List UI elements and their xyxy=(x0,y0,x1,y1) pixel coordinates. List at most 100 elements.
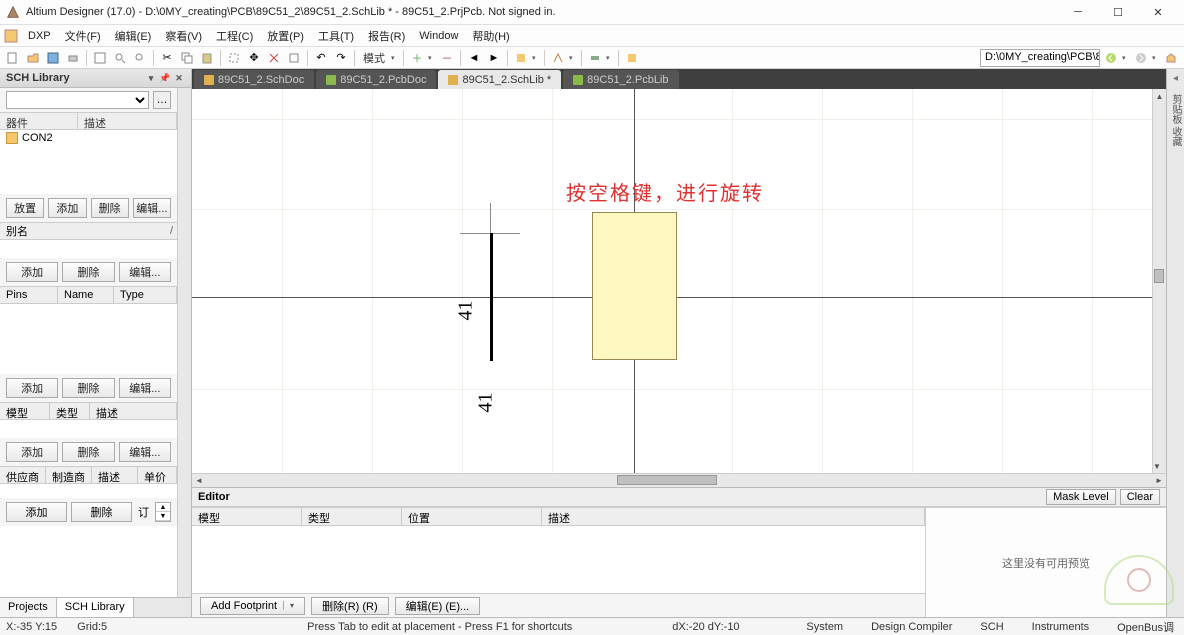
pins-col1[interactable]: Pins xyxy=(0,287,58,303)
del-comp-button[interactable]: 删除 xyxy=(91,198,129,218)
pins-col3[interactable]: Type xyxy=(114,287,177,303)
zoom-area-icon[interactable] xyxy=(111,49,129,67)
del-model-button[interactable]: 删除 xyxy=(62,442,114,462)
sup-col1[interactable]: 供应商 xyxy=(0,467,46,483)
tool1-icon[interactable] xyxy=(512,49,530,67)
edit-pin-button[interactable]: 编辑... xyxy=(119,378,171,398)
select-icon[interactable] xyxy=(225,49,243,67)
panel-scrollbar[interactable] xyxy=(177,88,191,597)
new-icon[interactable] xyxy=(4,49,22,67)
zoom-fit-icon[interactable] xyxy=(91,49,109,67)
close-button[interactable]: ✕ xyxy=(1138,0,1178,25)
nav-next-icon[interactable]: ► xyxy=(485,49,503,67)
tab-schlib[interactable]: 89C51_2.SchLib * xyxy=(438,70,561,89)
del-pin-button[interactable]: 删除 xyxy=(62,378,114,398)
rail-pin-icon[interactable]: ◂ xyxy=(1173,73,1178,84)
component-body[interactable] xyxy=(592,212,677,360)
status-inst[interactable]: Instruments xyxy=(1028,621,1093,633)
editor-table-body[interactable] xyxy=(192,526,925,593)
del-footprint-button[interactable]: 删除(R) (R) xyxy=(311,597,389,615)
clear-icon[interactable] xyxy=(285,49,303,67)
menu-tools[interactable]: 工具(T) xyxy=(312,26,360,46)
paste-icon[interactable] xyxy=(198,49,216,67)
tab-pcblib[interactable]: 89C51_2.PcbLib xyxy=(563,70,678,89)
panel-close-icon[interactable]: ✕ xyxy=(173,72,185,84)
edit-comp-button[interactable]: 编辑... xyxy=(133,198,171,218)
cut-icon[interactable]: ✂ xyxy=(158,49,176,67)
pins-col2[interactable]: Name xyxy=(58,287,114,303)
move-icon[interactable]: ✥ xyxy=(245,49,263,67)
model-col3[interactable]: 描述 xyxy=(90,403,177,419)
edit-footprint-button[interactable]: 编辑(E) (E)... xyxy=(395,597,481,615)
canvas-hscroll[interactable]: ◄ ► xyxy=(192,473,1166,487)
comp-hdr-name[interactable]: 器件 xyxy=(0,113,78,129)
status-system[interactable]: System xyxy=(802,621,847,633)
mode-label[interactable]: 模式 xyxy=(359,50,389,66)
tab-schdoc[interactable]: 89C51_2.SchDoc xyxy=(194,70,314,89)
order-spinner[interactable]: ▲▼ xyxy=(155,502,171,522)
schematic-canvas[interactable]: 41 41 按空格键，进行旋转 xyxy=(192,89,1152,473)
edit-alias-button[interactable]: 编辑... xyxy=(119,262,171,282)
rail-tab[interactable]: 剪贴板 收藏 xyxy=(1166,88,1184,153)
copy-icon[interactable] xyxy=(178,49,196,67)
add-sup-button[interactable]: 添加 xyxy=(6,502,67,522)
maximize-button[interactable]: ☐ xyxy=(1098,0,1138,25)
component-row[interactable]: CON2 xyxy=(0,130,177,146)
schlib-tab[interactable]: SCH Library xyxy=(57,598,134,617)
add-footprint-button[interactable]: Add Footprint▾ xyxy=(200,597,305,615)
tool4-icon[interactable] xyxy=(623,49,641,67)
status-dc[interactable]: Design Compiler xyxy=(867,621,956,633)
clear-button[interactable]: Clear xyxy=(1120,489,1160,505)
place-button[interactable]: 放置 xyxy=(6,198,44,218)
ed-col-desc[interactable]: 描述 xyxy=(542,508,925,525)
zoom-in-icon[interactable] xyxy=(131,49,149,67)
sup-col4[interactable]: 单价 xyxy=(138,467,177,483)
model-col2[interactable]: 类型 xyxy=(50,403,90,419)
canvas-vscroll[interactable]: ▲ ▼ xyxy=(1152,89,1166,473)
minimize-button[interactable]: ─ xyxy=(1058,0,1098,25)
status-ob[interactable]: OpenBus调 xyxy=(1113,619,1178,635)
open-icon[interactable] xyxy=(24,49,42,67)
panel-dropdown[interactable]: ▾ xyxy=(145,72,157,84)
sup-col2[interactable]: 制造商 xyxy=(46,467,92,483)
menu-edit[interactable]: 编辑(E) xyxy=(109,26,158,46)
menu-report[interactable]: 报告(R) xyxy=(362,26,411,46)
tool2-icon[interactable] xyxy=(549,49,567,67)
del-sup-button[interactable]: 删除 xyxy=(71,502,132,522)
menu-help[interactable]: 帮助(H) xyxy=(466,26,515,46)
nav-prev-icon[interactable]: ◄ xyxy=(465,49,483,67)
pin-being-placed[interactable] xyxy=(490,233,493,361)
print-icon[interactable] xyxy=(64,49,82,67)
ed-col-type[interactable]: 类型 xyxy=(302,508,402,525)
add-pin-button[interactable]: 添加 xyxy=(6,378,58,398)
home-icon[interactable] xyxy=(1162,49,1180,67)
add-alias-button[interactable]: 添加 xyxy=(6,262,58,282)
ed-col-pos[interactable]: 位置 xyxy=(402,508,542,525)
add-comp-button[interactable]: 添加 xyxy=(48,198,86,218)
save-icon[interactable] xyxy=(44,49,62,67)
ed-col-model[interactable]: 模型 xyxy=(192,508,302,525)
add-part-icon[interactable]: ＋ xyxy=(408,49,426,67)
edit-model-button[interactable]: 编辑... xyxy=(119,442,171,462)
menu-project[interactable]: 工程(C) xyxy=(210,26,259,46)
undo-icon[interactable]: ↶ xyxy=(312,49,330,67)
redo-icon[interactable]: ↷ xyxy=(332,49,350,67)
add-model-button[interactable]: 添加 xyxy=(6,442,58,462)
deselect-icon[interactable] xyxy=(265,49,283,67)
filter-select[interactable] xyxy=(6,91,149,109)
comp-hdr-desc[interactable]: 描述 xyxy=(78,113,177,129)
status-sch[interactable]: SCH xyxy=(976,621,1007,633)
tool3-icon[interactable] xyxy=(586,49,604,67)
path-box[interactable]: D:\0MY_creating\PCB\89 xyxy=(980,49,1100,67)
panel-pin-icon[interactable]: 📌 xyxy=(159,72,171,84)
menu-view[interactable]: 察看(V) xyxy=(159,26,208,46)
nav-back-icon[interactable] xyxy=(1102,49,1120,67)
del-alias-button[interactable]: 删除 xyxy=(62,262,114,282)
menu-place[interactable]: 放置(P) xyxy=(261,26,310,46)
sup-col3[interactable]: 描述 xyxy=(92,467,138,483)
projects-tab[interactable]: Projects xyxy=(0,598,57,617)
nav-fwd-icon[interactable] xyxy=(1132,49,1150,67)
filter-options-button[interactable]: … xyxy=(153,91,171,109)
menu-file[interactable]: 文件(F) xyxy=(59,26,107,46)
mask-level-button[interactable]: Mask Level xyxy=(1046,489,1116,505)
